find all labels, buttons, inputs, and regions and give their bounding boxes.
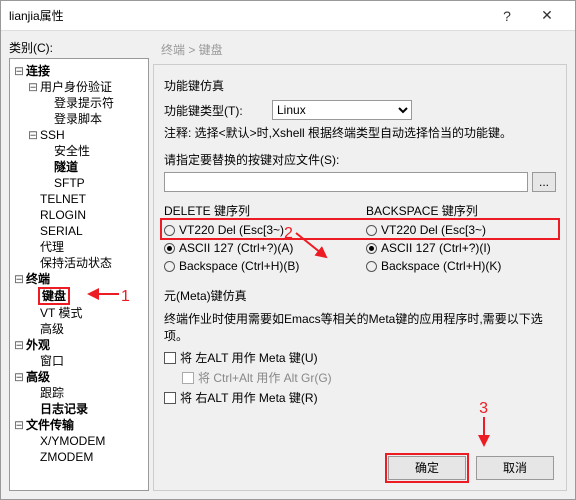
meta-right-alt[interactable]: 将 右ALT 用作 Meta 键(R) [164,388,556,408]
tree-appearance[interactable]: 外观 [24,338,52,352]
tree-keepalive[interactable]: 保持活动状态 [38,256,114,270]
tree-security[interactable]: 安全性 [52,144,92,158]
tree-sftp[interactable]: SFTP [52,176,87,190]
tree-xymodem[interactable]: X/YMODEM [38,434,107,448]
funckey-type-label: 功能键类型(T): [164,102,264,119]
delete-opt-vt220[interactable]: VT220 Del (Esc[3~) [164,221,354,239]
backspace-opt-vt220[interactable]: VT220 Del (Esc[3~) [366,221,556,239]
backspace-opt-ascii127[interactable]: ASCII 127 (Ctrl+?)(I) [366,239,556,257]
swapfile-input[interactable] [164,172,528,192]
tree-trace[interactable]: 跟踪 [38,386,66,400]
meta-title: 元(Meta)键仿真 [164,287,556,304]
delete-opt-ascii127[interactable]: ASCII 127 (Ctrl+?)(A) [164,239,354,257]
window-title: lianjia属性 [9,7,487,24]
tree-vtmode[interactable]: VT 模式 [38,306,84,320]
tree-zmodem[interactable]: ZMODEM [38,450,95,464]
close-button[interactable]: ✕ [527,7,567,24]
ok-button[interactable]: 确定 [388,456,466,480]
funckey-note: 注释: 选择<默认>时,Xshell 根据终端类型自动选择恰当的功能键。 [164,124,556,141]
meta-left-alt[interactable]: 将 左ALT 用作 Meta 键(U) [164,348,556,368]
tree-connection[interactable]: 连接 [24,64,52,78]
tree-filetransfer[interactable]: 文件传输 [24,418,76,432]
delete-seq-title: DELETE 键序列 [164,202,354,219]
tree-proxy[interactable]: 代理 [38,240,66,254]
tree-ssh[interactable]: SSH [38,128,67,142]
tree-serial[interactable]: SERIAL [38,224,85,238]
category-tree[interactable]: ⊟连接 ⊟用户身份验证 登录提示符 登录脚本 ⊟SSH 安全性 [9,58,149,491]
tree-telnet[interactable]: TELNET [38,192,88,206]
tree-advanced-terminal[interactable]: 高级 [38,322,66,336]
meta-ctrl-alt: 将 Ctrl+Alt 用作 Alt Gr(G) [182,368,556,388]
backspace-opt-backspace[interactable]: Backspace (Ctrl+H)(K) [366,257,556,275]
funckey-title: 功能键仿真 [164,77,556,94]
swapfile-label: 请指定要替换的按键对应文件(S): [164,151,556,168]
tree-advanced[interactable]: 高级 [24,370,52,384]
tree-logging[interactable]: 日志记录 [38,402,90,416]
tree-terminal[interactable]: 终端 [24,272,52,286]
tree-login-script[interactable]: 登录脚本 [52,112,104,126]
funckey-type-select[interactable]: Linux [272,100,412,120]
cancel-button[interactable]: 取消 [476,456,554,480]
help-button[interactable]: ? [487,8,527,24]
backspace-seq-title: BACKSPACE 键序列 [366,202,556,219]
browse-button[interactable]: ... [532,172,556,192]
tree-rlogin[interactable]: RLOGIN [38,208,88,222]
delete-opt-backspace[interactable]: Backspace (Ctrl+H)(B) [164,257,354,275]
tree-tunnel[interactable]: 隧道 [52,160,80,174]
tree-login-prompt[interactable]: 登录提示符 [52,96,116,110]
tree-window[interactable]: 窗口 [38,354,66,368]
meta-note: 终端作业时使用需要如Emacs等相关的Meta键的应用程序时,需要以下选项。 [164,310,556,344]
tree-keyboard[interactable]: 键盘 [38,287,70,305]
category-label: 类别(C): [9,39,149,56]
tree-auth[interactable]: 用户身份验证 [38,80,114,94]
breadcrumb: 终端 > 键盘 [153,39,567,64]
